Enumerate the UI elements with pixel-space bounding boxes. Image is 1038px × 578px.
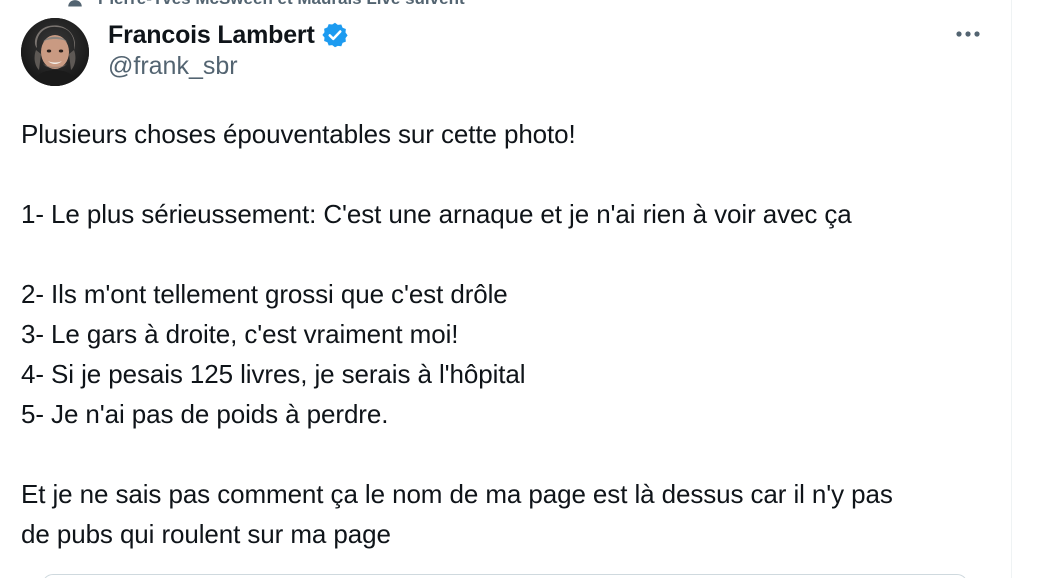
avatar-photo bbox=[21, 18, 89, 86]
tweet-media-card[interactable] bbox=[42, 574, 968, 578]
social-context-text: Pierre-Yves McSween et Maurais Live suiv… bbox=[98, 0, 465, 9]
tweet-text: Plusieurs choses épouventables sur cette… bbox=[21, 114, 996, 554]
tweet-line: de pubs qui roulent sur ma page bbox=[21, 519, 391, 549]
verified-badge-icon[interactable] bbox=[321, 21, 349, 49]
display-name[interactable]: Francois Lambert bbox=[108, 21, 315, 50]
tweet-line: 4- Si je pesais 125 livres, je serais à … bbox=[21, 359, 526, 389]
tweet-line: 5- Je n'ai pas de poids à perdre. bbox=[21, 399, 389, 429]
tweet-line: 3- Le gars à droite, c'est vraiment moi! bbox=[21, 319, 459, 349]
tweet-line: 2- Ils m'ont tellement grossi que c'est … bbox=[21, 279, 508, 309]
avatar[interactable] bbox=[21, 18, 89, 86]
tweet-line: Plusieurs choses épouventables sur cette… bbox=[21, 119, 576, 149]
author-handle[interactable]: @frank_sbr bbox=[108, 52, 238, 81]
more-options-button[interactable] bbox=[950, 20, 986, 48]
social-context[interactable]: Pierre-Yves McSween et Maurais Live suiv… bbox=[66, 0, 465, 8]
person-icon bbox=[68, 0, 82, 7]
tweet-line: Et je ne sais pas comment ça le nom de m… bbox=[21, 479, 893, 509]
more-horizontal-icon bbox=[956, 31, 980, 37]
author-name-row[interactable]: Francois Lambert bbox=[108, 18, 349, 52]
tweet-line: 1- Le plus sérieussement: C'est une arna… bbox=[21, 199, 852, 229]
column-border bbox=[1011, 0, 1012, 578]
